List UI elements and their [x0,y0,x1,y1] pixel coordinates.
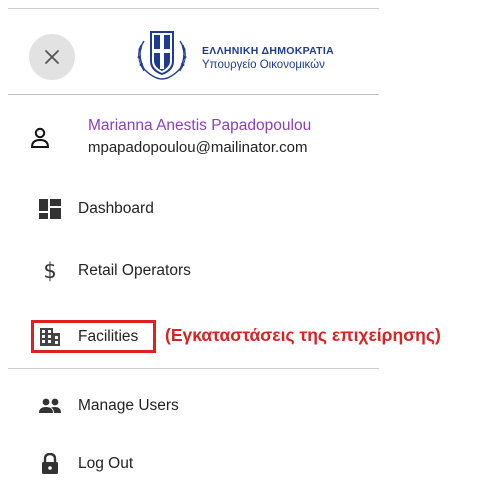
nav-dashboard[interactable]: Dashboard [38,196,154,222]
users-icon [38,394,62,418]
brand-title: ΕΛΛΗΝΙΚΗ ΔΗΜΟΚΡΑΤΙΑ [202,45,334,57]
nav-log-out[interactable]: Log Out [38,451,133,477]
dollar-icon: $ [43,259,57,283]
nav-log-out-label: Log Out [78,455,134,472]
drawer-header: ΕΛΛΗΝΙΚΗ ΔΗΜΟΚΡΑΤΙΑ Υπουργείο Οικονομικώ… [8,22,379,94]
highlight-box [31,320,156,353]
nav-manage-users-label: Manage Users [78,397,179,414]
person-icon [30,127,50,148]
user-name: Marianna Anestis Papadopoulou [88,117,312,134]
close-button[interactable] [29,34,75,80]
brand-subtitle: Υπουργείο Οικονομικών [202,59,325,71]
lock-icon [38,452,62,476]
nav-manage-users[interactable]: Manage Users [38,393,179,419]
nav-retail-operators[interactable]: $ Retail Operators [38,258,191,284]
close-icon [45,50,59,64]
nav-divider [8,368,379,369]
user-profile: Marianna Anestis Papadopoulou mpapadopou… [30,117,370,159]
greek-coat-of-arms-icon [137,31,187,80]
dashboard-icon [38,197,62,221]
nav-dashboard-label: Dashboard [78,200,154,217]
top-divider [8,8,379,9]
user-email: mpapadopoulou@mailinator.com [88,139,308,156]
header-divider [8,94,379,95]
facilities-annotation: (Εγκαταστάσεις της επιχείρησης) [165,325,441,345]
nav-retail-operators-label: Retail Operators [78,262,191,279]
